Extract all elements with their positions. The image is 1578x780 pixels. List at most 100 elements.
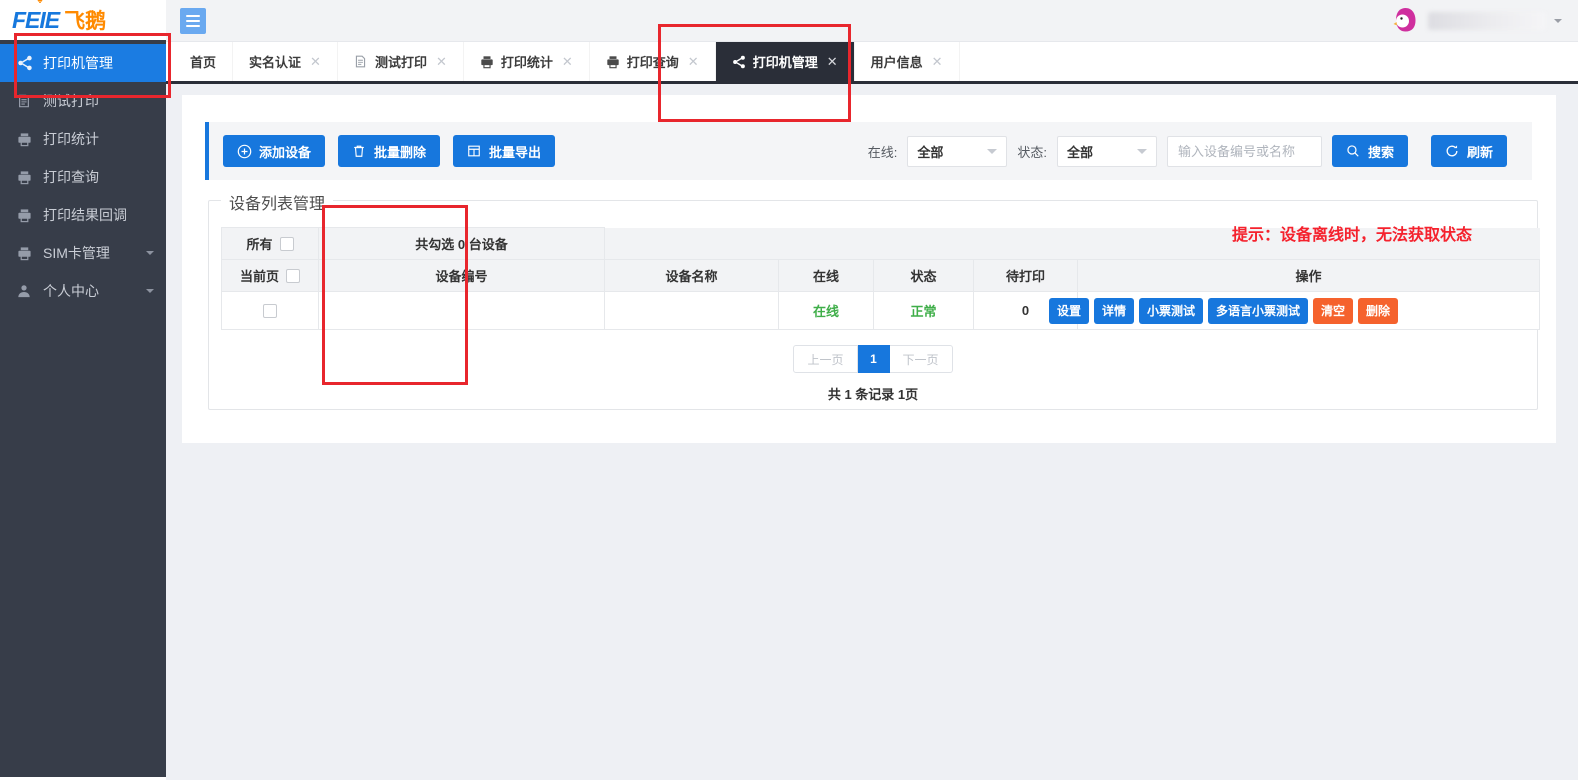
printer-icon: [17, 207, 33, 223]
sidebar-item-label: 打印机管理: [43, 53, 113, 73]
chevron-down-icon: [146, 289, 154, 297]
share-nodes-icon: [732, 55, 746, 69]
receipt-test-button[interactable]: 小票测试: [1139, 298, 1203, 324]
file-icon: [17, 93, 33, 109]
tab-test-print[interactable]: 测试打印 ✕: [338, 42, 464, 81]
tab-user-info[interactable]: 用户信息 ✕: [855, 42, 960, 81]
sidebar-item-print-callback[interactable]: 打印结果回调: [0, 196, 166, 234]
main-content-card: 添加设备 批量删除 批量导出 在线: 全部 状态: 全部 搜索: [182, 95, 1556, 443]
device-status-value: 正常: [874, 292, 974, 330]
close-icon[interactable]: ✕: [688, 54, 699, 70]
select-all-cell: 所有: [222, 228, 319, 260]
close-icon[interactable]: ✕: [562, 54, 573, 70]
printer-icon: [17, 131, 33, 147]
device-name-cell: [605, 292, 779, 330]
batch-delete-button[interactable]: 批量删除: [338, 135, 440, 167]
sidebar-toggle-button[interactable]: [180, 8, 206, 34]
search-icon: [1346, 144, 1361, 159]
wifi-signal-icon: [34, 0, 46, 3]
file-icon: [354, 55, 368, 69]
col-header-online: 在线: [779, 260, 874, 292]
sidebar-item-print-stats[interactable]: 打印统计: [0, 120, 166, 158]
brand-logo-cn: 飞鹅: [64, 5, 106, 35]
sidebar: FEIE 飞鹅 打印机管理 测试打印 打印统计 打印查询 打印结果回调 SIM卡: [0, 0, 166, 777]
col-header-device-name: 设备名称: [605, 260, 779, 292]
tab-bar: 首页 实名认证 ✕ 测试打印 ✕ 打印统计 ✕ 打印查询 ✕ 打印机管理 ✕ 用…: [166, 42, 1578, 84]
filter-group: 在线: 全部 状态: 全部 搜索 刷新: [868, 135, 1520, 167]
chevron-down-icon: [146, 251, 154, 259]
pagination: 上一页 1 下一页: [209, 345, 1537, 373]
row-checkbox-cell: [222, 292, 319, 330]
status-filter-value: 全部: [1067, 142, 1093, 161]
close-icon[interactable]: ✕: [310, 54, 321, 70]
next-page-button[interactable]: 下一页: [890, 345, 953, 373]
printer-icon: [480, 55, 494, 69]
sidebar-item-printer-manage[interactable]: 打印机管理: [0, 44, 166, 82]
sidebar-item-label: 测试打印: [43, 91, 99, 111]
prev-page-button[interactable]: 上一页: [793, 345, 857, 373]
tab-print-stats[interactable]: 打印统计 ✕: [464, 42, 590, 81]
search-button[interactable]: 搜索: [1332, 135, 1408, 167]
sidebar-item-print-query[interactable]: 打印查询: [0, 158, 166, 196]
refresh-button[interactable]: 刷新: [1431, 135, 1507, 167]
add-device-label: 添加设备: [259, 142, 311, 161]
printer-icon: [17, 245, 33, 261]
settings-button[interactable]: 设置: [1049, 298, 1089, 324]
batch-delete-label: 批量删除: [374, 142, 426, 161]
close-icon[interactable]: ✕: [932, 54, 943, 70]
close-icon[interactable]: ✕: [827, 54, 838, 70]
col-header-actions: 操作: [1078, 260, 1540, 292]
refresh-label: 刷新: [1467, 142, 1493, 161]
select-all-checkbox[interactable]: [280, 237, 294, 251]
current-page-cell: 当前页: [222, 260, 319, 292]
plus-circle-icon: [237, 144, 252, 159]
user-menu[interactable]: [1391, 6, 1578, 35]
avatar: [1391, 6, 1420, 35]
printer-icon: [17, 169, 33, 185]
online-status-value: 在线: [779, 292, 874, 330]
sidebar-item-personal-center[interactable]: 个人中心: [0, 272, 166, 310]
select-all-label: 所有: [246, 234, 272, 253]
col-header-pending: 待打印: [974, 260, 1078, 292]
tab-label: 打印查询: [627, 52, 679, 71]
online-filter-select[interactable]: 全部: [907, 136, 1007, 167]
batch-export-button[interactable]: 批量导出: [453, 135, 555, 167]
status-filter-label: 状态:: [1017, 142, 1047, 161]
tab-label: 首页: [190, 52, 216, 71]
add-device-button[interactable]: 添加设备: [223, 135, 325, 167]
current-page-button[interactable]: 1: [858, 345, 890, 373]
current-page-label: 当前页: [240, 266, 279, 285]
multilang-receipt-test-button[interactable]: 多语言小票测试: [1208, 298, 1308, 324]
delete-button[interactable]: 删除: [1358, 298, 1398, 324]
details-button[interactable]: 详情: [1094, 298, 1134, 324]
brand-logo[interactable]: FEIE 飞鹅: [0, 0, 166, 40]
tab-home[interactable]: 首页: [174, 42, 233, 81]
username-redacted: [1428, 12, 1546, 30]
brand-logo-en: FEIE: [12, 7, 59, 34]
offline-hint-text: 提示：设备离线时，无法获取状态: [1232, 221, 1472, 245]
tab-printer-manage[interactable]: 打印机管理 ✕: [716, 42, 855, 81]
sidebar-menu: 打印机管理 测试打印 打印统计 打印查询 打印结果回调 SIM卡管理 个人中心: [0, 40, 166, 310]
chevron-down-icon: [987, 149, 997, 159]
export-grid-icon: [467, 144, 482, 159]
tab-print-query[interactable]: 打印查询 ✕: [590, 42, 716, 81]
close-icon[interactable]: ✕: [436, 54, 447, 70]
status-filter-select[interactable]: 全部: [1057, 136, 1157, 167]
tab-real-name-auth[interactable]: 实名认证 ✕: [233, 42, 338, 81]
clear-button[interactable]: 清空: [1313, 298, 1353, 324]
user-icon: [17, 283, 33, 299]
trash-icon: [352, 144, 367, 159]
row-checkbox[interactable]: [263, 304, 277, 318]
sidebar-item-label: 打印查询: [43, 167, 99, 187]
sidebar-item-sim-manage[interactable]: SIM卡管理: [0, 234, 166, 272]
current-page-checkbox[interactable]: [286, 269, 300, 283]
online-filter-label: 在线:: [868, 142, 898, 161]
sidebar-item-label: SIM卡管理: [43, 243, 110, 263]
col-header-device-id: 设备编号: [319, 260, 605, 292]
sidebar-item-test-print[interactable]: 测试打印: [0, 82, 166, 120]
tab-label: 打印统计: [501, 52, 553, 71]
row-actions-cell: 设置 详情 小票测试 多语言小票测试 清空 删除: [1078, 292, 1540, 330]
device-search-input[interactable]: [1167, 136, 1322, 167]
refresh-icon: [1445, 144, 1460, 159]
table-header-row: 当前页 设备编号 设备名称 在线 状态 待打印 操作: [222, 260, 1540, 292]
